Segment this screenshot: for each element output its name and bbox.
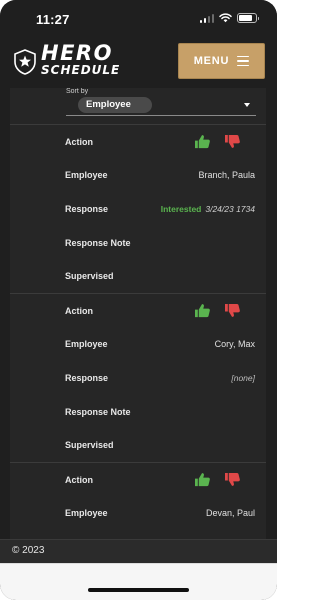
phone-screen: 11:27 HERO SCHEDULE MENU Sort by Employe… (0, 0, 277, 600)
supervised-row: Supervised (10, 428, 266, 462)
thumbs-down-icon[interactable] (224, 303, 241, 318)
browser-bottom-bar (0, 563, 277, 600)
action-row: Action (10, 125, 266, 159)
response-value: Interested 3/24/23 1734 (161, 204, 255, 214)
employee-name: Devan, Paul (205, 508, 255, 519)
employee-row: Employee Devan, Paul (10, 497, 266, 531)
employee-row: Employee Cory, Max (10, 328, 266, 362)
menu-button-label: MENU (193, 55, 230, 67)
thumbs-down-icon[interactable] (224, 134, 241, 149)
response-records: Action Employee Branch, Paula Response I… (10, 124, 266, 530)
star-badge-icon (14, 49, 36, 75)
row-label: Supervised (65, 271, 114, 282)
menu-button[interactable]: MENU (178, 43, 265, 79)
status-bar: 11:27 (0, 0, 277, 36)
status-time: 11:27 (36, 12, 70, 27)
response-record: Action Employee Cory, Max Response [none… (10, 292, 266, 462)
thumbs-up-icon[interactable] (194, 134, 211, 149)
response-list-panel: Sort by Employee Action Employee Branch,… (10, 88, 266, 539)
row-label: Response Note (65, 406, 131, 417)
row-label: Employee (65, 508, 108, 519)
app-header: HERO SCHEDULE MENU (0, 36, 277, 88)
row-label: Employee (65, 339, 108, 350)
row-label: Supervised (65, 440, 114, 451)
battery-icon (237, 13, 259, 23)
battery-level (239, 15, 252, 21)
logo-text-hero: HERO (41, 41, 113, 65)
response-record: Action Employee Branch, Paula Response I… (10, 124, 266, 293)
response-note-row: Response Note (10, 226, 266, 260)
row-label: Response (65, 203, 109, 214)
wifi-icon (219, 13, 232, 23)
row-label: Action (65, 305, 93, 316)
response-status: Interested (160, 203, 202, 214)
thumbs-up-icon[interactable] (194, 303, 211, 318)
response-row: Response Interested 3/24/23 1734 (10, 192, 266, 226)
logo-text-schedule: SCHEDULE (41, 63, 121, 77)
main-content[interactable]: Sort by Employee Action Employee Branch,… (0, 88, 277, 539)
status-icons (199, 13, 259, 23)
row-label: Action (65, 474, 93, 485)
thumbs-down-icon[interactable] (224, 472, 241, 487)
sort-by-label: Sort by (66, 88, 89, 95)
employee-name: Cory, Max (214, 339, 255, 350)
response-note-row: Response Note (10, 395, 266, 429)
action-row: Action (10, 463, 266, 497)
signal-icon (199, 13, 214, 23)
page-footer: © 2023 (0, 539, 277, 563)
row-label: Action (65, 136, 93, 147)
hero-schedule-logo[interactable]: HERO SCHEDULE (13, 43, 147, 79)
chevron-down-icon (244, 103, 250, 107)
employee-row: Employee Branch, Paula (10, 159, 266, 193)
thumbs-up-icon[interactable] (194, 472, 211, 487)
row-label: Response (65, 372, 109, 383)
row-label: Response Note (65, 237, 131, 248)
response-row: Response [none] (10, 361, 266, 395)
supervised-row: Supervised (10, 259, 266, 293)
response-value: [none] (231, 372, 255, 383)
sort-by-select[interactable]: Employee (66, 96, 256, 116)
home-indicator[interactable] (88, 588, 189, 592)
employee-name: Branch, Paula (198, 170, 255, 181)
sort-selected-value: Employee (78, 97, 152, 113)
response-record: Action Employee Devan, Paul (10, 461, 266, 531)
copyright-text: © 2023 (12, 545, 45, 556)
action-row: Action (10, 294, 266, 328)
hamburger-icon (237, 55, 250, 67)
response-date: 3/24/23 1734 (205, 203, 255, 214)
row-label: Employee (65, 170, 108, 181)
